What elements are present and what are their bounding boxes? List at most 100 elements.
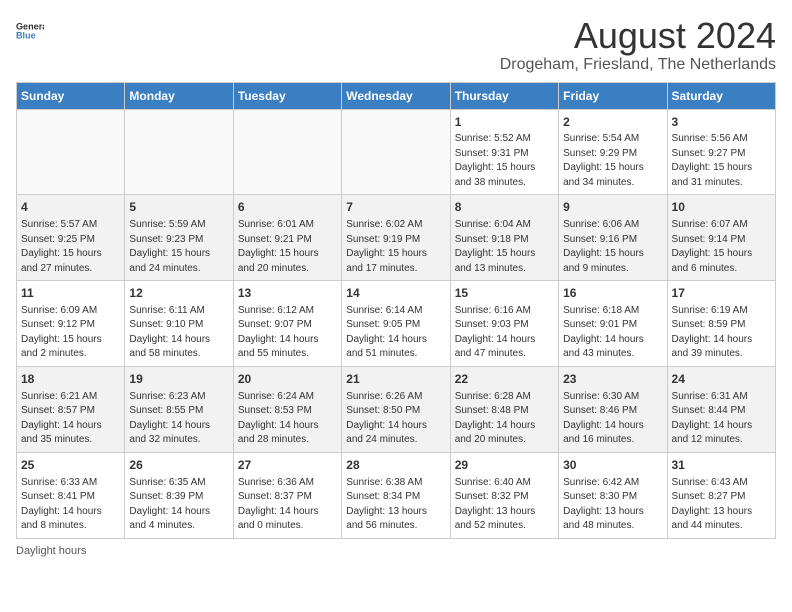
calendar-cell-19: 19 Sunrise: 6:23 AM Sunset: 8:55 PM Dayli… [125,366,233,452]
day-info: Sunrise: 6:09 AM Sunset: 9:12 PM Dayligh… [21,304,120,362]
day-number: 25 [21,457,120,474]
day-number: 18 [21,371,120,388]
day-info: Sunrise: 6:21 AM Sunset: 8:57 PM Dayligh… [21,390,120,448]
calendar-cell-16: 16 Sunrise: 6:18 AM Sunset: 9:01 PM Dayli… [559,281,667,367]
day-info: Sunrise: 6:12 AM Sunset: 9:07 PM Dayligh… [238,304,337,362]
day-number: 15 [455,285,554,302]
day-info: Sunrise: 6:40 AM Sunset: 8:32 PM Dayligh… [455,476,554,534]
day-number: 21 [346,371,445,388]
calendar-header-row: SundayMondayTuesdayWednesdayThursdayFrid… [17,82,776,109]
calendar-cell-17: 17 Sunrise: 6:19 AM Sunset: 8:59 PM Dayli… [667,281,775,367]
calendar-cell-28: 28Sunrise: 6:38 AM Sunset: 8:34 PM Dayli… [342,452,450,538]
calendar-cell-18: 18 Sunrise: 6:21 AM Sunset: 8:57 PM Dayli… [17,366,125,452]
day-number: 29 [455,457,554,474]
calendar-cell-30: 30 Sunrise: 6:42 AM Sunset: 8:30 PM Dayli… [559,452,667,538]
day-info: Sunrise: 5:59 AM Sunset: 9:23 PM Dayligh… [129,218,228,276]
day-number: 11 [21,285,120,302]
calendar-cell-empty [17,109,125,195]
calendar-cell-26: 26Sunrise: 6:35 AM Sunset: 8:39 PM Dayli… [125,452,233,538]
calendar-cell-3: 3Sunrise: 5:56 AM Sunset: 9:27 PM Daylig… [667,109,775,195]
calendar-cell-empty [233,109,341,195]
day-number: 30 [563,457,662,474]
calendar-cell-14: 14Sunrise: 6:14 AM Sunset: 9:05 PM Dayli… [342,281,450,367]
day-number: 9 [563,199,662,216]
calendar-week-1: 1Sunrise: 5:52 AM Sunset: 9:31 PM Daylig… [17,109,776,195]
calendar-week-5: 25 Sunrise: 6:33 AM Sunset: 8:41 PM Dayli… [17,452,776,538]
calendar-cell-9: 9Sunrise: 6:06 AM Sunset: 9:16 PM Daylig… [559,195,667,281]
day-info: Sunrise: 5:54 AM Sunset: 9:29 PM Dayligh… [563,132,662,190]
day-number: 22 [455,371,554,388]
day-number: 1 [455,114,554,131]
day-info: Sunrise: 6:36 AM Sunset: 8:37 PM Dayligh… [238,476,337,534]
header-day-friday: Friday [559,82,667,109]
day-info: Sunrise: 6:07 AM Sunset: 9:14 PM Dayligh… [672,218,771,276]
calendar-week-2: 4 Sunrise: 5:57 AM Sunset: 9:25 PM Daylig… [17,195,776,281]
day-number: 17 [672,285,771,302]
calendar-cell-4: 4 Sunrise: 5:57 AM Sunset: 9:25 PM Daylig… [17,195,125,281]
footer-note: Daylight hours [16,545,776,557]
day-number: 13 [238,285,337,302]
calendar-cell-5: 5 Sunrise: 5:59 AM Sunset: 9:23 PM Daylig… [125,195,233,281]
day-info: Sunrise: 6:04 AM Sunset: 9:18 PM Dayligh… [455,218,554,276]
header-day-monday: Monday [125,82,233,109]
calendar-cell-7: 7 Sunrise: 6:02 AM Sunset: 9:19 PM Daylig… [342,195,450,281]
calendar-cell-27: 27 Sunrise: 6:36 AM Sunset: 8:37 PM Dayli… [233,452,341,538]
day-number: 7 [346,199,445,216]
calendar-cell-25: 25 Sunrise: 6:33 AM Sunset: 8:41 PM Dayli… [17,452,125,538]
calendar-cell-12: 12 Sunrise: 6:11 AM Sunset: 9:10 PM Dayli… [125,281,233,367]
daylight-label: Daylight hours [16,545,86,557]
day-number: 19 [129,371,228,388]
day-info: Sunrise: 5:57 AM Sunset: 9:25 PM Dayligh… [21,218,120,276]
day-number: 31 [672,457,771,474]
day-info: Sunrise: 6:19 AM Sunset: 8:59 PM Dayligh… [672,304,771,362]
day-info: Sunrise: 6:01 AM Sunset: 9:21 PM Dayligh… [238,218,337,276]
calendar-cell-20: 20Sunrise: 6:24 AM Sunset: 8:53 PM Dayli… [233,366,341,452]
header-day-thursday: Thursday [450,82,558,109]
day-number: 3 [672,114,771,131]
day-info: Sunrise: 6:23 AM Sunset: 8:55 PM Dayligh… [129,390,228,448]
svg-text:Blue: Blue [16,30,36,40]
day-info: Sunrise: 6:28 AM Sunset: 8:48 PM Dayligh… [455,390,554,448]
calendar-cell-empty [342,109,450,195]
logo: General Blue [16,16,44,44]
header-day-tuesday: Tuesday [233,82,341,109]
day-number: 27 [238,457,337,474]
calendar-subtitle: Drogeham, Friesland, The Netherlands [500,56,776,74]
calendar-cell-23: 23Sunrise: 6:30 AM Sunset: 8:46 PM Dayli… [559,366,667,452]
day-info: Sunrise: 6:42 AM Sunset: 8:30 PM Dayligh… [563,476,662,534]
generalblue-logo-icon: General Blue [16,16,44,44]
calendar-table: SundayMondayTuesdayWednesdayThursdayFrid… [16,82,776,539]
day-info: Sunrise: 6:18 AM Sunset: 9:01 PM Dayligh… [563,304,662,362]
day-info: Sunrise: 6:11 AM Sunset: 9:10 PM Dayligh… [129,304,228,362]
calendar-week-3: 11 Sunrise: 6:09 AM Sunset: 9:12 PM Dayli… [17,281,776,367]
day-number: 2 [563,114,662,131]
day-info: Sunrise: 6:14 AM Sunset: 9:05 PM Dayligh… [346,304,445,362]
day-number: 12 [129,285,228,302]
calendar-cell-2: 2Sunrise: 5:54 AM Sunset: 9:29 PM Daylig… [559,109,667,195]
calendar-cell-8: 8 Sunrise: 6:04 AM Sunset: 9:18 PM Daylig… [450,195,558,281]
day-info: Sunrise: 6:38 AM Sunset: 8:34 PM Dayligh… [346,476,445,534]
calendar-cell-empty [125,109,233,195]
day-info: Sunrise: 5:56 AM Sunset: 9:27 PM Dayligh… [672,132,771,190]
day-info: Sunrise: 6:43 AM Sunset: 8:27 PM Dayligh… [672,476,771,534]
calendar-cell-1: 1Sunrise: 5:52 AM Sunset: 9:31 PM Daylig… [450,109,558,195]
calendar-cell-15: 15Sunrise: 6:16 AM Sunset: 9:03 PM Dayli… [450,281,558,367]
day-number: 5 [129,199,228,216]
day-info: Sunrise: 6:31 AM Sunset: 8:44 PM Dayligh… [672,390,771,448]
day-number: 16 [563,285,662,302]
header-day-saturday: Saturday [667,82,775,109]
calendar-title: August 2024 [500,16,776,56]
day-number: 4 [21,199,120,216]
day-info: Sunrise: 6:24 AM Sunset: 8:53 PM Dayligh… [238,390,337,448]
header-day-wednesday: Wednesday [342,82,450,109]
calendar-cell-6: 6 Sunrise: 6:01 AM Sunset: 9:21 PM Daylig… [233,195,341,281]
calendar-week-4: 18 Sunrise: 6:21 AM Sunset: 8:57 PM Dayli… [17,366,776,452]
calendar-cell-21: 21Sunrise: 6:26 AM Sunset: 8:50 PM Dayli… [342,366,450,452]
day-info: Sunrise: 6:02 AM Sunset: 9:19 PM Dayligh… [346,218,445,276]
calendar-cell-24: 24Sunrise: 6:31 AM Sunset: 8:44 PM Dayli… [667,366,775,452]
day-number: 26 [129,457,228,474]
day-info: Sunrise: 6:33 AM Sunset: 8:41 PM Dayligh… [21,476,120,534]
calendar-cell-31: 31 Sunrise: 6:43 AM Sunset: 8:27 PM Dayli… [667,452,775,538]
day-number: 6 [238,199,337,216]
day-number: 8 [455,199,554,216]
